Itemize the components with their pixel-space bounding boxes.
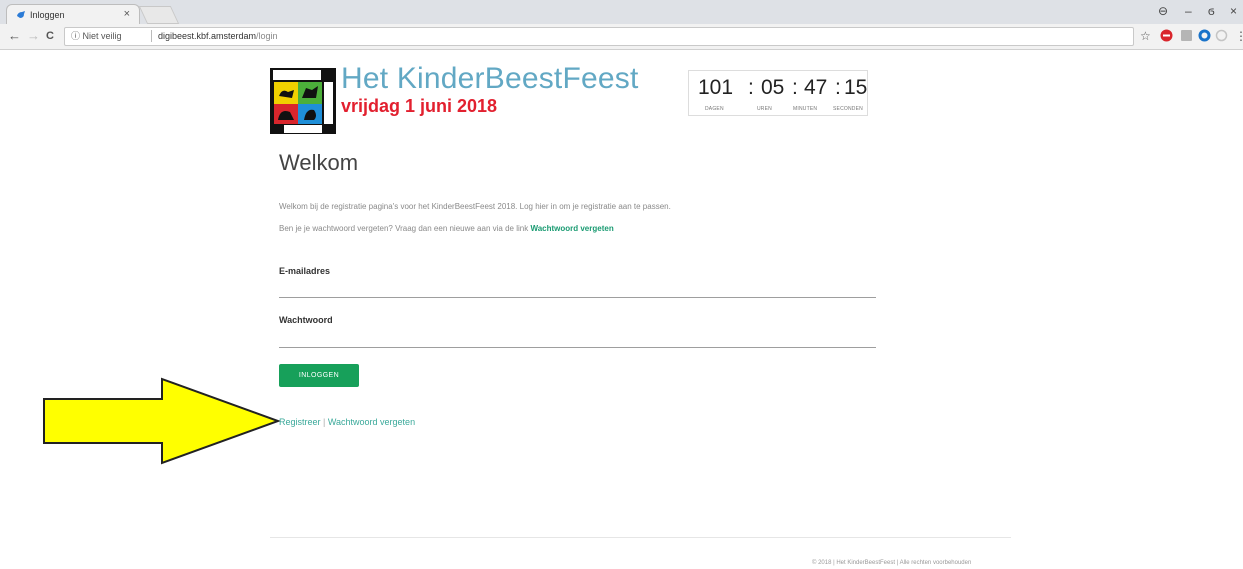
intro-text: Welkom bij de registratie pagina's voor … [279,202,671,211]
countdown-hours-label: UREN [757,106,772,112]
countdown-minutes: 47 [804,76,828,99]
back-arrow-icon[interactable]: ← [8,29,21,43]
close-window-button[interactable]: × [1230,4,1237,18]
countdown-seconds: 15 [844,76,868,99]
countdown-seconds-label: SECONDEN [833,106,863,112]
footer-copyright: © 2018 | Het KinderBeestFeest | Alle rec… [812,560,972,566]
forgot-password-link[interactable]: Wachtwoord vergeten [328,417,415,427]
email-label: E-mailadres [279,266,331,276]
forgot-password-inline-link[interactable]: Wachtwoord vergeten [530,224,613,233]
minimize-button[interactable]: – [1185,4,1192,18]
url-path: /login [256,31,278,41]
page-title: Welkom [279,150,359,175]
countdown-days-label: DAGEN [705,106,724,112]
browser-toolbar: ← → C ⓘ Niet veilig digibeest.kbf.amster… [0,24,1243,50]
restore-button[interactable]: ϭ [1208,4,1215,18]
forward-arrow-icon[interactable]: → [27,29,40,43]
bookmark-star-icon[interactable]: ☆ [1140,29,1151,43]
grey-extension-icon[interactable] [1215,29,1228,42]
browser-menu-icon[interactable]: ⋮ [1235,29,1243,43]
countdown-timer: 101 : 05 : 47 : 15 DAGEN UREN MINUTEN SE… [688,70,868,116]
new-tab-button[interactable] [138,6,180,24]
countdown-minutes-label: MINUTEN [793,106,818,112]
link-separator: | [320,417,328,427]
countdown-separator: : [835,76,841,99]
tab-title: Inloggen [30,10,65,20]
url-text[interactable]: digibeest.kbf.amsterdam/login [158,28,278,45]
address-divider [151,30,152,42]
adblock-extension-icon[interactable] [1160,29,1173,42]
security-indicator[interactable]: ⓘ Niet veilig [71,28,122,45]
account-icon[interactable]: ⊖ [1158,4,1168,18]
kinderbeestfeest-logo [270,68,336,134]
countdown-days: 101 [698,76,734,99]
reload-icon[interactable]: C [46,29,54,43]
register-link[interactable]: Registreer [279,417,321,427]
site-title: Het KinderBeestFeest [341,62,639,95]
favicon-icon [17,11,25,18]
login-button[interactable]: INLOGGEN [279,364,359,387]
forgot-password-hint-text: Ben je je wachtwoord vergeten? Vraag dan… [279,224,531,233]
right-arrow-icon [43,377,281,465]
footer-divider [270,537,1011,538]
countdown-separator: : [748,76,754,99]
password-field[interactable] [279,331,876,348]
browser-tab[interactable]: Inloggen × [6,4,140,24]
email-field[interactable] [279,281,876,298]
url-host: digibeest.kbf.amsterdam [158,31,257,41]
bottom-links: Registreer | Wachtwoord vergeten [279,417,415,427]
browser-tab-bar: Inloggen × ⊖ – ϭ × [0,0,1243,24]
forgot-password-hint: Ben je je wachtwoord vergeten? Vraag dan… [279,224,614,233]
password-label: Wachtwoord [279,315,333,325]
tab-close-icon[interactable]: × [124,8,130,20]
extension-icon[interactable] [1180,29,1193,42]
countdown-separator: : [792,76,798,99]
address-bar[interactable]: ⓘ Niet veilig digibeest.kbf.amsterdam/lo… [64,27,1134,46]
event-date: vrijdag 1 juni 2018 [341,96,498,116]
blue-ring-extension-icon[interactable] [1198,29,1211,42]
countdown-hours: 05 [761,76,785,99]
